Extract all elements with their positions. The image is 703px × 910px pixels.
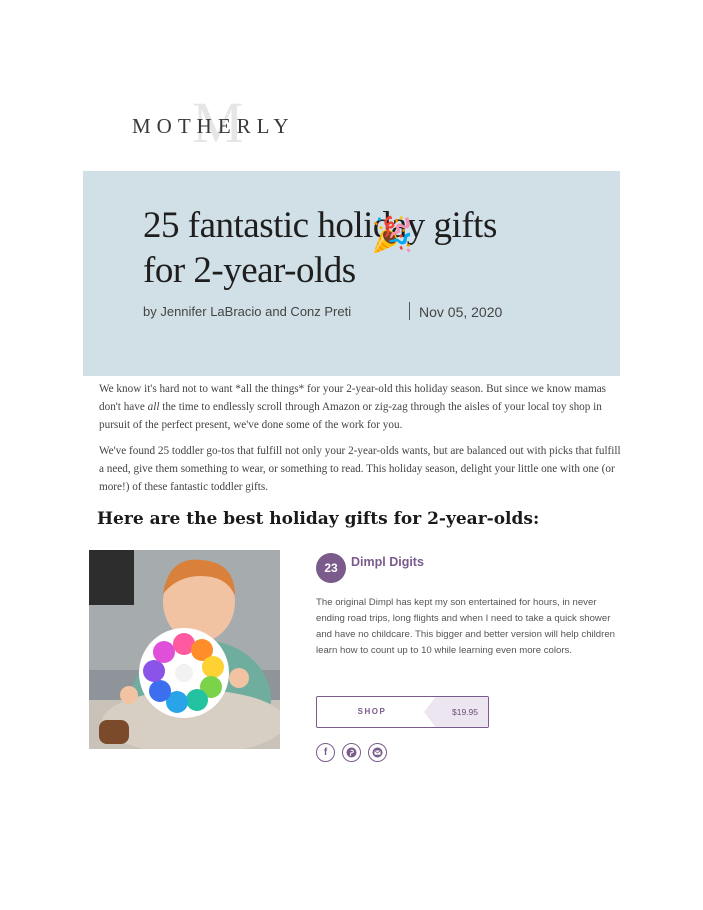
shop-button[interactable]: SHOP $19.95: [316, 696, 489, 728]
party-popper-icon: 🎉: [371, 216, 414, 254]
shop-button-label: SHOP: [357, 707, 387, 716]
email-icon[interactable]: [368, 743, 387, 762]
product-price: $19.95: [452, 707, 478, 717]
article-title: 25 fantastic holiday gifts for 2-year-ol…: [143, 203, 563, 293]
byline-divider: [409, 302, 410, 320]
article-hero: 25 fantastic holiday gifts for 2-year-ol…: [83, 171, 620, 376]
product-description: The original Dimpl has kept my son enter…: [316, 597, 616, 656]
intro-p1-part-b: the time to endlessly scroll through Ama…: [99, 401, 602, 431]
product-rank-badge: 23: [316, 553, 346, 583]
article-title-line2: for 2-year-olds: [143, 250, 356, 291]
intro-p1-emphasis: all: [147, 401, 160, 413]
section-heading: Here are the best holiday gifts for 2-ye…: [97, 509, 540, 529]
intro-paragraph-2: We've found 25 toddler go-tos that fulfi…: [99, 445, 621, 493]
article-title-line1: 25 fantastic holiday gifts: [143, 205, 497, 246]
motherly-logo[interactable]: M MOTHERLY: [130, 94, 330, 152]
intro-paragraph-1: We know it's hard not to want *all the t…: [99, 380, 624, 434]
article-byline: by Jennifer LaBracio and Conz Preti: [143, 304, 352, 319]
product-image[interactable]: [89, 550, 280, 749]
logo-text: MOTHERLY: [132, 114, 295, 138]
pinterest-icon[interactable]: [342, 743, 361, 762]
product-name[interactable]: Dimpl Digits: [351, 555, 424, 569]
facebook-icon[interactable]: f: [316, 743, 335, 762]
article-date: Nov 05, 2020: [419, 304, 503, 320]
